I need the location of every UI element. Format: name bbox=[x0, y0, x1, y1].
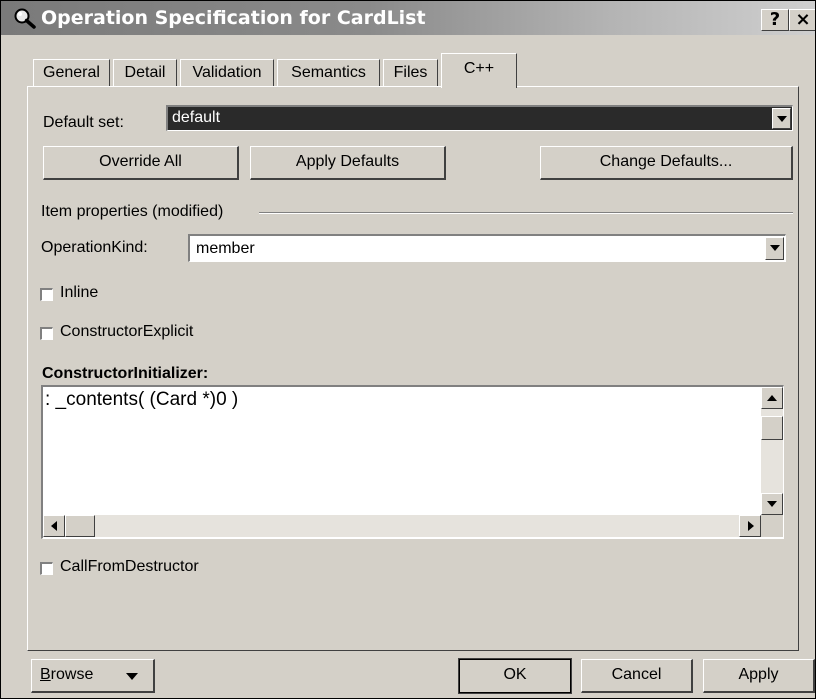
chevron-down-icon[interactable] bbox=[772, 108, 791, 129]
constructor-initializer-label: ConstructorInitializer: bbox=[42, 365, 209, 382]
scroll-down-icon[interactable] bbox=[761, 493, 783, 515]
chevron-down-icon bbox=[126, 673, 138, 680]
call-from-destructor-label: CallFromDestructor bbox=[60, 558, 199, 575]
operation-kind-label: OperationKind: bbox=[41, 239, 148, 256]
default-set-label: Default set: bbox=[43, 114, 124, 131]
override-all-button[interactable]: Override All bbox=[43, 146, 239, 180]
tab-cpp[interactable]: C++ bbox=[441, 53, 517, 88]
help-button[interactable]: ? bbox=[761, 9, 789, 31]
default-set-combobox[interactable]: default bbox=[166, 105, 793, 131]
tab-general[interactable]: General bbox=[33, 59, 110, 86]
tab-semantics[interactable]: Semantics bbox=[277, 59, 380, 86]
operation-specification-dialog: Operation Specification for CardList ? ×… bbox=[0, 0, 816, 699]
scroll-right-icon[interactable] bbox=[739, 515, 761, 537]
cancel-button[interactable]: Cancel bbox=[581, 659, 693, 693]
constructor-initializer-textarea[interactable]: : _contents( (Card *)0 ) bbox=[41, 385, 784, 539]
apply-button[interactable]: Apply bbox=[703, 659, 815, 693]
title-bar[interactable]: Operation Specification for CardList ? × bbox=[1, 1, 815, 35]
constructor-explicit-checkbox[interactable] bbox=[40, 327, 53, 340]
horizontal-scrollbar[interactable] bbox=[43, 515, 761, 537]
browse-button[interactable]: Browse bbox=[31, 659, 155, 693]
constructor-explicit-label: ConstructorExplicit bbox=[60, 323, 194, 340]
scroll-left-icon[interactable] bbox=[43, 515, 65, 537]
chevron-down-icon[interactable] bbox=[765, 237, 784, 260]
close-button[interactable]: × bbox=[789, 9, 815, 31]
horizontal-scroll-thumb[interactable] bbox=[65, 515, 95, 537]
constructor-initializer-text: : _contents( (Card *)0 ) bbox=[45, 389, 239, 410]
browse-mnemonic: B bbox=[40, 666, 51, 683]
browse-label-rest: rowse bbox=[50, 666, 94, 683]
scroll-up-icon[interactable] bbox=[761, 387, 783, 409]
tab-files[interactable]: Files bbox=[383, 59, 438, 86]
scrollbar-corner bbox=[761, 515, 783, 537]
group-divider bbox=[259, 212, 793, 214]
inline-checkbox[interactable] bbox=[40, 288, 53, 301]
change-defaults-button[interactable]: Change Defaults... bbox=[540, 146, 793, 180]
apply-defaults-button[interactable]: Apply Defaults bbox=[250, 146, 446, 180]
tab-validation[interactable]: Validation bbox=[180, 59, 274, 86]
magnifier-icon bbox=[14, 8, 36, 29]
call-from-destructor-checkbox[interactable] bbox=[40, 562, 53, 575]
inline-label: Inline bbox=[60, 284, 99, 301]
tab-detail[interactable]: Detail bbox=[113, 59, 177, 86]
operation-kind-value: member bbox=[196, 240, 255, 257]
item-properties-group-label: Item properties (modified) bbox=[41, 203, 224, 220]
default-set-value: default bbox=[172, 109, 221, 126]
window-title: Operation Specification for CardList bbox=[41, 7, 426, 29]
ok-button[interactable]: OK bbox=[458, 658, 572, 694]
operation-kind-combobox[interactable]: member bbox=[188, 234, 786, 262]
vertical-scrollbar[interactable] bbox=[761, 387, 783, 515]
browse-label: Browse bbox=[40, 660, 93, 690]
vertical-scroll-thumb[interactable] bbox=[761, 416, 783, 440]
